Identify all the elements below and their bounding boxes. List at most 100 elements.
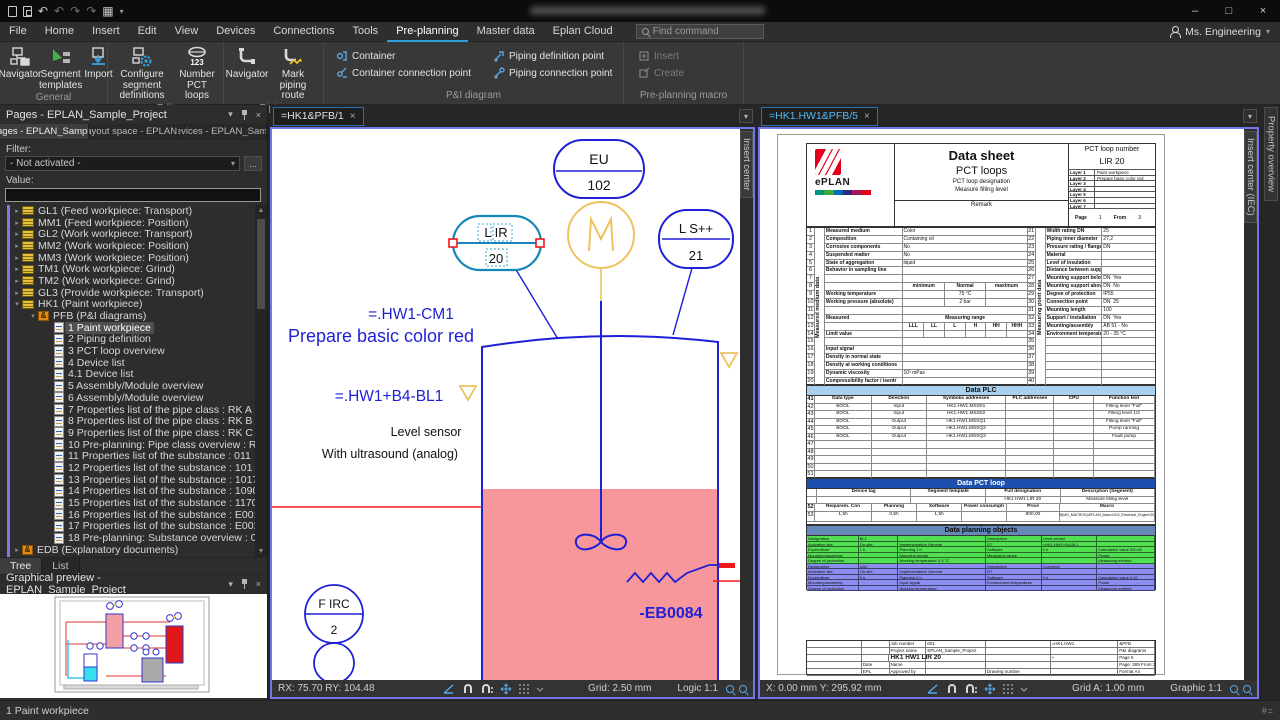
redo-list-icon[interactable]: ↷: [86, 5, 96, 17]
zoom-icon[interactable]: [726, 685, 734, 693]
tree-item[interactable]: ▸TM2 (Work workpiece: Grind): [0, 275, 255, 287]
graphical-preview[interactable]: [0, 594, 267, 698]
instrument-lir-20[interactable]: L IR 20: [449, 216, 558, 339]
tab-close-icon[interactable]: ×: [350, 111, 356, 122]
tree-item[interactable]: ▾HK1 (Paint workpiece): [0, 299, 255, 311]
redo-icon[interactable]: ↷: [70, 5, 80, 17]
label-prepare[interactable]: Prepare basic color red: [288, 326, 474, 346]
tree-item[interactable]: ▸MM3 (Work workpiece: Position): [0, 252, 255, 264]
tab-devices[interactable]: Devices - EPLAN_Sam...: [178, 124, 267, 139]
expand-arrow-icon[interactable]: ▸: [12, 265, 22, 273]
property-overview-tab[interactable]: Property overview: [1264, 107, 1278, 201]
tree-item[interactable]: 4 Device list: [0, 357, 255, 369]
piping-connection-point-button[interactable]: Piping connection point: [489, 66, 616, 80]
insert-center-iec-tab[interactable]: Insert center (IEC): [1244, 131, 1257, 223]
selection-handle[interactable]: [536, 239, 544, 247]
menu-connections[interactable]: Connections: [264, 22, 343, 42]
zoom-icon[interactable]: [1230, 685, 1238, 693]
zoom-icon[interactable]: [739, 685, 747, 693]
menu-devices[interactable]: Devices: [207, 22, 264, 42]
create-macro-button[interactable]: Create: [634, 66, 688, 80]
menu-master-data[interactable]: Master data: [468, 22, 544, 42]
tree-item[interactable]: 14 Properties list of the substance : 10…: [0, 486, 255, 498]
tree-item[interactable]: ▸GL2 (Work workpiece: Transport): [0, 228, 255, 240]
new-page-icon[interactable]: [8, 6, 17, 17]
editor-tab-hk1-pfb-1[interactable]: =HK1&PFB/1 ×: [273, 107, 364, 126]
instrument-firc-2[interactable]: F IRC 2: [305, 585, 363, 680]
tree-item[interactable]: ▾&PFB (P&I diagrams): [0, 310, 255, 322]
grid-setting[interactable]: Grid A: 1.00 mm: [1072, 683, 1144, 694]
expand-arrow-icon[interactable]: ▾: [28, 312, 38, 320]
panel-close-icon[interactable]: ×: [256, 110, 261, 120]
expand-arrow-icon[interactable]: ▸: [12, 289, 22, 297]
scale-setting[interactable]: Logic 1:1: [677, 683, 718, 694]
undo-list-icon[interactable]: ↶: [54, 5, 64, 17]
minimize-button[interactable]: –: [1178, 0, 1212, 22]
snap-toolbar[interactable]: [442, 683, 544, 695]
scrollbar-thumb[interactable]: [257, 219, 265, 309]
tree-item[interactable]: 9 Properties list of the pipe class : RK…: [0, 427, 255, 439]
number-pct-loops-button[interactable]: 123 Number PCT loops: [174, 45, 220, 103]
tree-item[interactable]: 12 Properties list of the substance : 10…: [0, 462, 255, 474]
menu-edit[interactable]: Edit: [129, 22, 166, 42]
tree-item[interactable]: 6 Assembly/Module overview: [0, 392, 255, 404]
tree-item[interactable]: 13 Properties list of the substance : 10…: [0, 474, 255, 486]
panel-menu-icon[interactable]: ▾: [228, 109, 233, 120]
tree-item[interactable]: 1 Paint workpiece: [0, 322, 255, 334]
piping-navigator-button[interactable]: Navigator: [226, 45, 268, 82]
zoom-icon[interactable]: [1243, 685, 1251, 693]
tree-item[interactable]: ▸MM1 (Feed workpiece: Position): [0, 217, 255, 229]
edit-box-icon[interactable]: ▦: [102, 5, 113, 17]
mark-piping-route-button[interactable]: Mark piping route: [268, 45, 318, 103]
value-input[interactable]: [5, 188, 261, 202]
tree-item[interactable]: 8 Properties list of the pipe class : RK…: [0, 415, 255, 427]
tree-item[interactable]: 11 Properties list of the substance : 01…: [0, 450, 255, 462]
menu-pre-planning[interactable]: Pre-planning: [387, 22, 467, 42]
expand-arrow-icon[interactable]: ▸: [12, 546, 22, 554]
menu-insert[interactable]: Insert: [83, 22, 129, 42]
tab-list-dropdown-icon[interactable]: ▾: [1243, 109, 1257, 123]
grid-setting[interactable]: Grid: 2.50 mm: [588, 683, 651, 694]
tree-item[interactable]: 5 Assembly/Module overview: [0, 380, 255, 392]
editor-tab-hk1-hw1-pfb-5[interactable]: =HK1.HW1&PFB/5 ×: [761, 107, 878, 126]
tree-scrollbar[interactable]: ▲ ▼: [255, 205, 267, 557]
expand-arrow-icon[interactable]: ▸: [12, 219, 22, 227]
instrument-ls-21[interactable]: L S++ 21: [659, 210, 733, 335]
tree-item[interactable]: 2 Piping definition: [0, 334, 255, 346]
expand-arrow-icon[interactable]: ▸: [12, 207, 22, 215]
tree-item[interactable]: ▸&EDB (Explanatory documents): [0, 544, 255, 556]
menu-eplan-cloud[interactable]: Eplan Cloud: [544, 22, 622, 42]
motor-symbol[interactable]: [568, 202, 634, 268]
tab-list-dropdown-icon[interactable]: ▾: [739, 109, 753, 123]
tree-item[interactable]: 17 Properties list of the substance : E0…: [0, 521, 255, 533]
container-conn-point-button[interactable]: Container connection point: [332, 66, 475, 80]
panel-close-icon[interactable]: ×: [256, 579, 261, 589]
menu-view[interactable]: View: [166, 22, 208, 42]
pin-icon[interactable]: [241, 579, 248, 589]
container-button[interactable]: Container: [332, 49, 475, 63]
expand-arrow-icon[interactable]: ▾: [12, 300, 22, 308]
expand-arrow-icon[interactable]: ▸: [12, 242, 22, 250]
segment-templates-button[interactable]: Segment templates: [38, 45, 83, 92]
open-page-icon[interactable]: [23, 6, 32, 17]
expand-arrow-icon[interactable]: ▸: [12, 230, 22, 238]
navigator-button[interactable]: Navigator: [2, 45, 38, 82]
user-account[interactable]: Ms. Engineering ▾: [1169, 26, 1270, 38]
insert-macro-button[interactable]: Insert: [634, 49, 688, 63]
tree-item[interactable]: 4.1 Device list: [0, 369, 255, 381]
piping-definition-point-button[interactable]: Piping definition point: [489, 49, 616, 63]
tree-item[interactable]: ▸MM2 (Work workpiece: Position): [0, 240, 255, 252]
label-sensor-line2[interactable]: With ultrasound (analog): [322, 447, 458, 461]
filter-select[interactable]: - Not activated - ▾: [5, 156, 240, 171]
instrument-eu-102[interactable]: EU 102: [554, 140, 644, 198]
label-bl1[interactable]: =.HW1+B4-BL1: [335, 388, 444, 405]
close-button[interactable]: ×: [1246, 0, 1280, 22]
pin-icon[interactable]: [241, 110, 248, 120]
menu-home[interactable]: Home: [36, 22, 83, 42]
label-cm1[interactable]: =.HW1-CM1: [368, 306, 454, 323]
maximize-button[interactable]: □: [1212, 0, 1246, 22]
tree-item[interactable]: 18 Pre-planning: Substance overview : 01…: [0, 532, 255, 544]
tree-item[interactable]: 10 Pre-planning: Pipe class overview : R…: [0, 439, 255, 451]
pi-diagram-canvas[interactable]: EU 102 L IR 20: [272, 129, 740, 680]
tree-item[interactable]: 3 PCT loop overview: [0, 345, 255, 357]
